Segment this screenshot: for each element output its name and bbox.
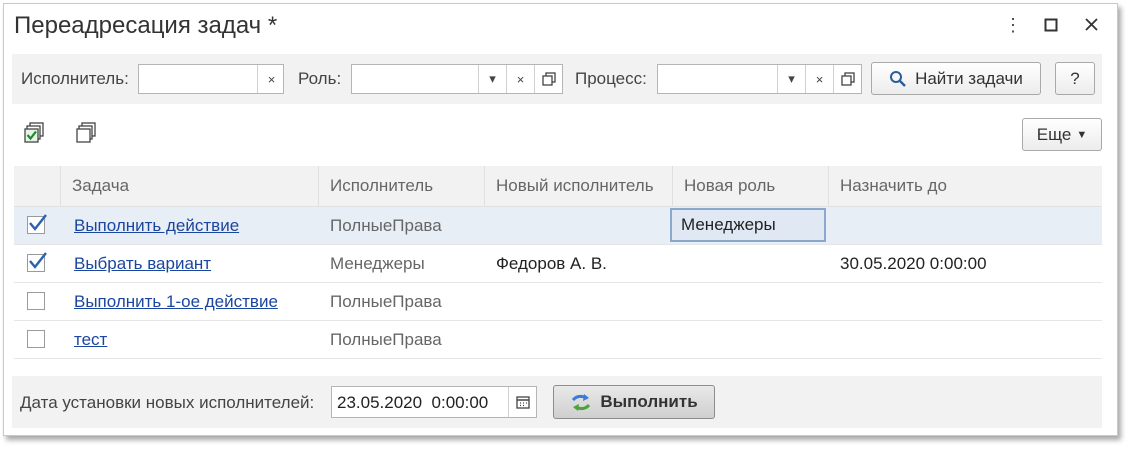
executor-cell: ПолныеПрава [330, 292, 442, 311]
executor-cell: Менеджеры [330, 254, 425, 273]
executor-cell: ПолныеПрава [330, 216, 442, 235]
task-link[interactable]: Выполнить действие [74, 207, 239, 244]
table-row[interactable]: Выполнить действие ПолныеПрава Менеджеры [14, 207, 1102, 245]
table-row[interactable]: Выполнить 1-ое действие ПолныеПрава [14, 283, 1102, 321]
chevron-down-icon: ▼ [1076, 128, 1088, 141]
executor-label: Исполнитель: [21, 69, 129, 88]
filter-bar: Исполнитель: × Роль: ▾ × Процесс: ▾ × На… [12, 54, 1102, 104]
row-checkbox[interactable] [27, 214, 47, 234]
task-link[interactable]: Выполнить 1-ое действие [74, 283, 278, 320]
executor-field[interactable]: × [138, 64, 284, 94]
execute-label: Выполнить [600, 392, 698, 411]
column-header-assign-until[interactable]: Назначить до [828, 166, 1102, 206]
table-row[interactable]: тест ПолныеПрава [14, 321, 1102, 359]
calendar-icon [515, 396, 530, 409]
uncheck-all-icon[interactable] [76, 122, 98, 144]
tasks-table: Задача Исполнитель Новый исполнитель Нов… [14, 166, 1102, 359]
new-role-editor[interactable]: Менеджеры [670, 208, 826, 242]
role-clear-button[interactable]: × [506, 65, 534, 93]
clear-icon: × [267, 71, 276, 87]
search-icon [890, 70, 906, 87]
process-label: Процесс: [575, 69, 647, 88]
close-icon[interactable] [1084, 16, 1099, 37]
row-checkbox[interactable] [27, 252, 47, 272]
execute-button[interactable]: Выполнить [553, 385, 715, 419]
new-executor-cell[interactable]: Федоров А. В. [496, 245, 607, 282]
window-title: Переадресация задач * [14, 12, 278, 39]
role-open-button[interactable] [534, 65, 562, 93]
executor-clear-button[interactable]: × [257, 65, 285, 93]
task-link[interactable]: тест [74, 321, 107, 358]
clear-icon: × [815, 71, 824, 87]
check-all-icon[interactable] [24, 122, 46, 144]
table-header: Задача Исполнитель Новый исполнитель Нов… [14, 166, 1102, 207]
maximize-icon[interactable] [1044, 16, 1058, 37]
calendar-button[interactable] [508, 387, 536, 417]
role-field[interactable]: ▾ × [351, 64, 563, 94]
open-window-icon [840, 72, 855, 86]
column-header-new-executor[interactable]: Новый исполнитель [484, 166, 672, 206]
column-header-executor[interactable]: Исполнитель [318, 166, 484, 206]
column-header-new-role[interactable]: Новая роль [672, 166, 828, 206]
help-button[interactable]: ? [1055, 62, 1095, 95]
task-redirect-window: Переадресация задач * ⋮ Исполнитель: × Р… [3, 3, 1118, 436]
redirect-arrows-icon [572, 394, 591, 411]
executor-cell: ПолныеПрава [330, 330, 442, 349]
date-label: Дата установки новых исполнителей: [20, 393, 315, 412]
process-dropdown-button[interactable]: ▾ [777, 65, 805, 93]
open-window-icon [541, 72, 556, 86]
date-value: 23.05.2020 0:00:00 [337, 393, 489, 412]
more-actions-icon[interactable]: ⋮ [1004, 15, 1022, 36]
row-checkbox[interactable] [27, 330, 45, 348]
find-tasks-label: Найти задачи [915, 68, 1023, 88]
find-tasks-button[interactable]: Найти задачи [871, 62, 1041, 95]
date-field[interactable]: 23.05.2020 0:00:00 [331, 386, 537, 418]
process-field[interactable]: ▾ × [657, 64, 862, 94]
table-row[interactable]: Выбрать вариант Менеджеры Федоров А. В. … [14, 245, 1102, 283]
assign-until-cell[interactable]: 30.05.2020 0:00:00 [840, 245, 987, 282]
chevron-down-icon: ▾ [788, 71, 795, 86]
clear-icon: × [516, 71, 525, 87]
bottom-bar: Дата установки новых исполнителей: 23.05… [12, 376, 1102, 428]
process-open-button[interactable] [833, 65, 861, 93]
checkmark-icon [29, 214, 47, 231]
role-dropdown-button[interactable]: ▾ [478, 65, 506, 93]
help-label: ? [1070, 68, 1080, 88]
role-label: Роль: [298, 69, 342, 88]
checkmark-icon [29, 252, 47, 269]
task-link[interactable]: Выбрать вариант [74, 245, 211, 282]
column-header-task[interactable]: Задача [60, 166, 318, 206]
row-checkbox[interactable] [27, 292, 45, 310]
process-clear-button[interactable]: × [805, 65, 833, 93]
more-label: Еще [1036, 124, 1072, 144]
more-button[interactable]: Еще ▼ [1022, 118, 1102, 151]
chevron-down-icon: ▾ [489, 71, 496, 86]
